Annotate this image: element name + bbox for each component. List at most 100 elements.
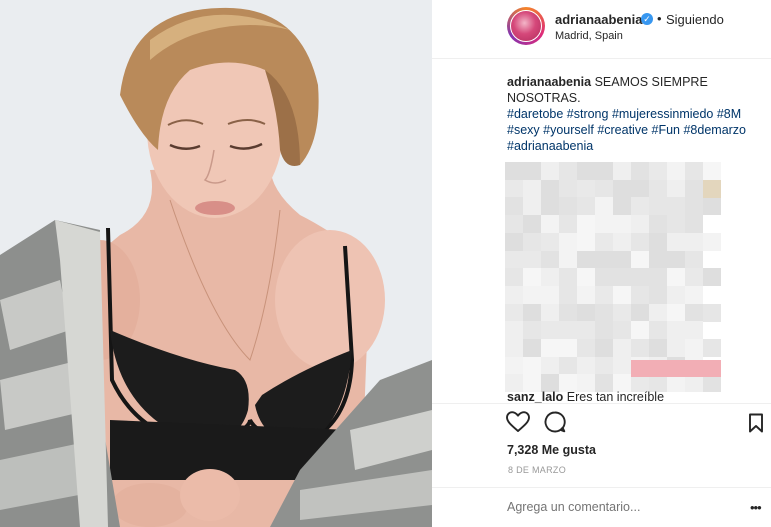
blur-pixel: [577, 215, 595, 234]
blur-pixel: [541, 339, 559, 357]
blur-pixel: [613, 303, 631, 322]
divider: [432, 403, 771, 404]
blur-pixel: [685, 162, 703, 180]
blur-pixel: [541, 215, 559, 234]
blur-pixel: [595, 162, 613, 180]
blur-pixel: [541, 250, 559, 269]
blur-pixel: [559, 250, 577, 269]
location-link[interactable]: Madrid, Spain: [555, 30, 623, 42]
comment-icon[interactable]: [544, 411, 566, 433]
blur-pixel: [577, 339, 595, 357]
blur-pixel: [667, 162, 685, 180]
blur-pixel: [577, 232, 595, 251]
blur-pixel: [685, 303, 703, 322]
blur-pixel: [523, 339, 541, 357]
blur-pixel: [667, 232, 685, 251]
blur-pixel: [559, 339, 577, 357]
blur-pixel: [631, 197, 649, 216]
blur-pixel: [559, 285, 577, 304]
blur-pixel: [649, 339, 667, 357]
blur-pixel: [649, 179, 667, 198]
blur-pixel: [649, 162, 667, 180]
blur-pixel: [523, 356, 541, 375]
blur-pixel: [523, 179, 541, 198]
blur-pixel: [595, 268, 613, 287]
comment-input[interactable]: [507, 500, 737, 514]
caption-username[interactable]: adrianaabenia: [507, 75, 591, 89]
blur-pixel: [631, 360, 721, 377]
blur-pixel: [577, 162, 595, 180]
blur-pixel: [649, 197, 667, 216]
comment-item: sanz_lalo Eres tan increíble: [507, 390, 664, 403]
post-side-panel: adrianaabenia ✓ • Siguiendo Madrid, Spai…: [432, 0, 771, 527]
blur-pixel: [559, 197, 577, 216]
blur-pixel: [613, 250, 631, 269]
blur-pixel: [649, 321, 667, 340]
following-button[interactable]: Siguiendo: [666, 12, 724, 27]
likes-count[interactable]: 7,328 Me gusta: [507, 443, 596, 457]
blur-pixel: [505, 303, 523, 322]
blur-pixel: [649, 250, 667, 269]
caption-hashtags[interactable]: #daretobe #strong #mujeressinmiedo #8M #…: [507, 107, 746, 153]
more-options-icon[interactable]: •••: [750, 500, 762, 515]
comment-text: Eres tan increíble: [566, 390, 665, 403]
blur-pixel: [523, 215, 541, 234]
woman-portrait-image: [0, 0, 432, 527]
blur-pixel: [667, 215, 685, 234]
avatar[interactable]: [507, 7, 545, 45]
blur-pixel: [523, 197, 541, 216]
blur-pixel: [631, 232, 649, 251]
blur-pixel: [559, 215, 577, 234]
bookmark-icon[interactable]: [748, 413, 764, 433]
blur-pixel: [505, 162, 523, 180]
divider: [432, 487, 771, 488]
username-link[interactable]: adrianaabenia: [555, 12, 642, 27]
blur-pixel: [595, 321, 613, 340]
blur-pixel: [595, 250, 613, 269]
blur-pixel: [595, 179, 613, 198]
blur-pixel: [613, 197, 631, 216]
blurred-comments-area: [505, 162, 721, 393]
blur-pixel: [613, 321, 631, 340]
blur-pixel: [631, 179, 649, 198]
post-photo[interactable]: [0, 0, 432, 527]
blur-pixel: [505, 356, 523, 375]
blur-pixel: [685, 250, 703, 269]
blur-pixel: [505, 215, 523, 234]
blur-pixel: [703, 303, 721, 322]
blur-pixel: [523, 162, 541, 180]
blur-pixel: [523, 232, 541, 251]
blur-pixel: [649, 285, 667, 304]
blur-pixel: [559, 268, 577, 287]
blur-pixel: [505, 232, 523, 251]
blur-pixel: [613, 162, 631, 180]
blur-pixel: [505, 250, 523, 269]
blur-pixel: [541, 356, 559, 375]
blur-pixel: [541, 321, 559, 340]
blur-pixel: [685, 215, 703, 234]
blur-pixel: [703, 180, 721, 198]
avatar-image: [510, 10, 542, 42]
blur-pixel: [559, 162, 577, 180]
comment-username[interactable]: sanz_lalo: [507, 390, 563, 403]
blur-pixel: [685, 197, 703, 216]
blur-pixel: [523, 303, 541, 322]
blur-pixel: [595, 339, 613, 357]
blur-pixel: [613, 215, 631, 234]
blur-pixel: [613, 232, 631, 251]
blur-pixel: [703, 197, 721, 216]
post-date[interactable]: 8 DE MARZO: [508, 465, 566, 475]
blur-pixel: [577, 356, 595, 375]
heart-icon[interactable]: [506, 411, 530, 433]
blur-pixel: [631, 339, 649, 357]
blur-pixel: [505, 321, 523, 340]
blur-pixel: [541, 232, 559, 251]
blur-pixel: [541, 197, 559, 216]
blur-pixel: [667, 285, 685, 304]
blur-pixel: [613, 179, 631, 198]
blur-pixel: [685, 374, 703, 393]
blur-pixel: [667, 250, 685, 269]
verified-badge-icon: ✓: [641, 13, 653, 25]
blur-pixel: [505, 179, 523, 198]
blur-pixel: [667, 303, 685, 322]
